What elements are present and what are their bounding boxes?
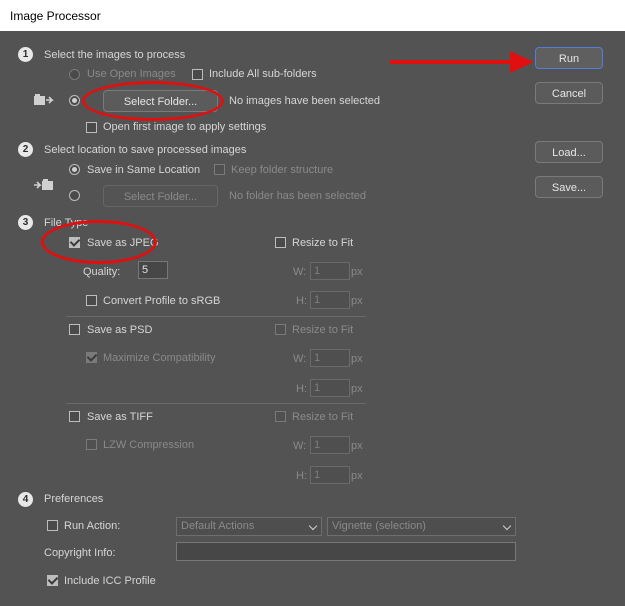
step-3-badge: 3 [18, 215, 33, 230]
select-destination-radio[interactable] [69, 190, 80, 201]
tiff-width-label: W: [293, 440, 307, 452]
tiff-resize-label: Resize to Fit [292, 411, 354, 423]
step-2-badge: 2 [18, 142, 33, 157]
jpeg-quality-input[interactable]: 5 [138, 261, 168, 279]
action-select[interactable]: Vignette (selection) [327, 517, 516, 536]
jpeg-height-unit: px [351, 295, 363, 307]
run-button[interactable]: Run [535, 47, 603, 69]
run-action-label: Run Action: [64, 520, 121, 532]
jpeg-width-unit: px [351, 266, 363, 278]
psd-width-input[interactable]: 1 [310, 349, 350, 367]
step-4-badge: 4 [18, 492, 33, 507]
psd-height-input[interactable]: 1 [310, 379, 350, 397]
save-as-psd-label: Save as PSD [87, 324, 153, 336]
action-value: Vignette (selection) [332, 520, 426, 532]
convert-srgb-label: Convert Profile to sRGB [103, 295, 221, 307]
section-3-heading: File Type [44, 217, 89, 229]
keep-folder-structure-label: Keep folder structure [231, 164, 334, 176]
copyright-input[interactable] [176, 542, 516, 561]
action-set-value: Default Actions [181, 520, 255, 532]
psd-width-unit: px [351, 353, 363, 365]
include-icc-label: Include ICC Profile [64, 575, 156, 587]
jpeg-resize-label: Resize to Fit [292, 237, 354, 249]
tiff-resize-checkbox[interactable] [275, 411, 286, 422]
psd-height-label: H: [296, 383, 307, 395]
chevron-down-icon [502, 521, 512, 531]
psd-height-unit: px [351, 383, 363, 395]
save-as-jpeg-checkbox[interactable] [69, 236, 81, 248]
image-processor-dialog: Run Cancel Load... Save... 1 Select the … [0, 31, 625, 606]
section-2-heading: Select location to save processed images [44, 144, 247, 156]
title-bar: Image Processor [0, 0, 625, 31]
divider [66, 403, 366, 404]
step-1-badge: 1 [18, 47, 33, 62]
lzw-compression-label: LZW Compression [103, 439, 195, 451]
tiff-height-input[interactable]: 1 [310, 466, 350, 484]
action-set-select[interactable]: Default Actions [176, 517, 322, 536]
select-destination-folder-button[interactable]: Select Folder... [103, 185, 218, 207]
folder-output-icon [34, 179, 54, 193]
jpeg-height-label: H: [296, 295, 307, 307]
load-button[interactable]: Load... [535, 141, 603, 163]
annotation-arrow-run [390, 50, 536, 74]
save-same-location-radio[interactable] [69, 164, 80, 175]
chevron-down-icon [308, 521, 318, 531]
tiff-width-unit: px [351, 440, 363, 452]
tiff-width-input[interactable]: 1 [310, 436, 350, 454]
select-source-folder-button[interactable]: Select Folder... [103, 90, 218, 112]
section-4-heading: Preferences [44, 493, 104, 505]
run-action-checkbox[interactable] [47, 520, 58, 531]
open-first-image-checkbox[interactable] [86, 122, 97, 133]
save-as-tiff-checkbox[interactable] [69, 411, 80, 422]
include-subfolders-checkbox[interactable] [192, 69, 203, 80]
divider [66, 316, 366, 317]
tiff-height-unit: px [351, 470, 363, 482]
psd-width-label: W: [293, 353, 307, 365]
window-title: Image Processor [10, 9, 101, 23]
use-open-images-radio[interactable] [69, 69, 80, 80]
psd-resize-label: Resize to Fit [292, 324, 354, 336]
jpeg-width-label: W: [293, 266, 307, 278]
jpeg-height-input[interactable]: 1 [310, 291, 350, 309]
save-as-jpeg-label: Save as JPEG [87, 237, 159, 249]
source-folder-status: No images have been selected [229, 95, 381, 107]
jpeg-quality-label: Quality: [83, 266, 121, 278]
include-subfolders-label: Include All sub-folders [209, 68, 317, 80]
psd-resize-checkbox[interactable] [275, 324, 286, 335]
save-as-psd-checkbox[interactable] [69, 324, 80, 335]
folder-input-icon [34, 94, 54, 108]
section-1-heading: Select the images to process [44, 49, 186, 61]
tiff-height-label: H: [296, 470, 307, 482]
save-settings-button[interactable]: Save... [535, 176, 603, 198]
keep-folder-structure-checkbox[interactable] [214, 164, 225, 175]
maximize-compatibility-checkbox[interactable] [86, 351, 98, 363]
open-first-image-label: Open first image to apply settings [103, 121, 267, 133]
copyright-label: Copyright Info: [44, 547, 116, 559]
maximize-compatibility-label: Maximize Compatibility [103, 352, 216, 364]
include-icc-checkbox[interactable] [47, 574, 59, 586]
convert-srgb-checkbox[interactable] [86, 295, 97, 306]
use-open-images-label: Use Open Images [87, 68, 176, 80]
cancel-button[interactable]: Cancel [535, 82, 603, 104]
lzw-compression-checkbox[interactable] [86, 439, 97, 450]
destination-folder-status: No folder has been selected [229, 190, 366, 202]
save-same-location-label: Save in Same Location [87, 164, 201, 176]
save-as-tiff-label: Save as TIFF [87, 411, 153, 423]
select-folder-radio[interactable] [69, 95, 80, 106]
jpeg-resize-checkbox[interactable] [275, 237, 286, 248]
jpeg-width-input[interactable]: 1 [310, 262, 350, 280]
